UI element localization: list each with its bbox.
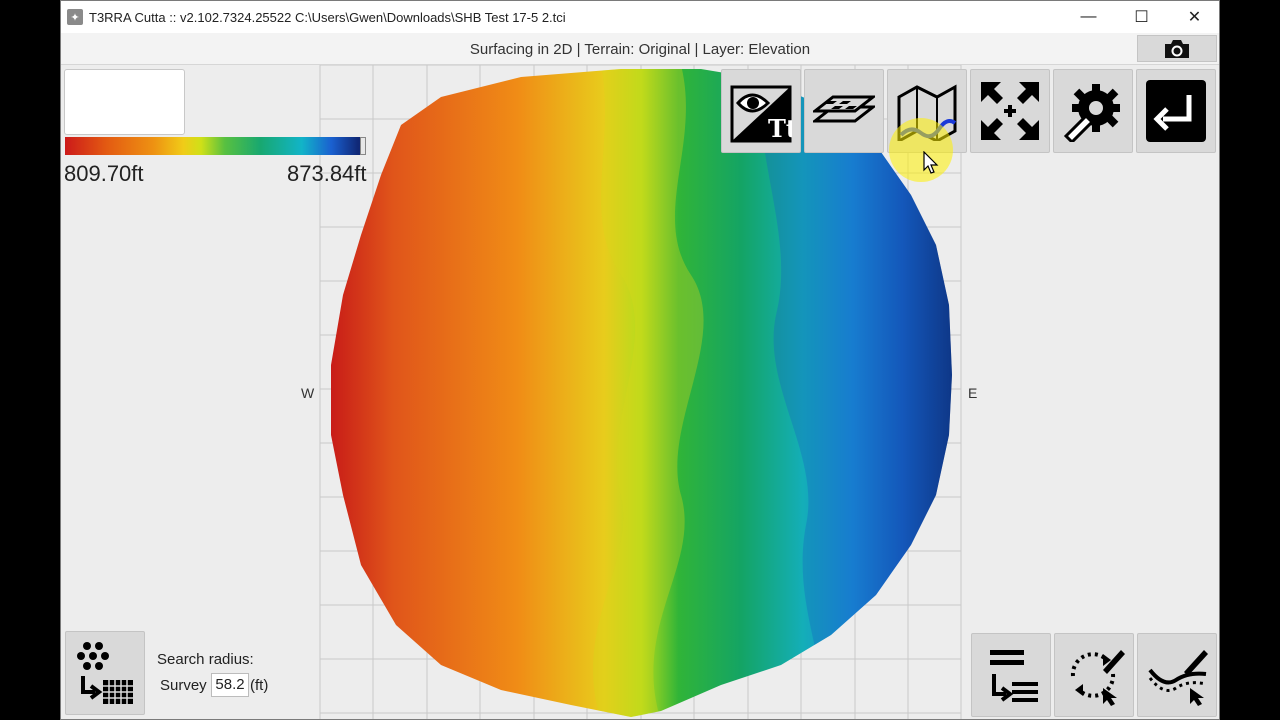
- survey-label: Survey: [160, 677, 207, 694]
- elevation-surface: [331, 69, 952, 717]
- radius-unit-label: (ft): [250, 677, 269, 694]
- refresh-edit-button[interactable]: [1054, 633, 1134, 717]
- legend-slider-handle[interactable]: [360, 137, 366, 155]
- settings-button[interactable]: [1053, 69, 1133, 153]
- app-window: ✦ T3RRA Cutta :: v2.102.7324.25522 C:\Us…: [60, 0, 1220, 720]
- cursor-highlight: [889, 118, 953, 182]
- line-pencil-icon: [1148, 650, 1208, 706]
- fit-extents-button[interactable]: [970, 69, 1050, 153]
- search-radius-label: Search radius:: [157, 651, 254, 668]
- view-labels-button[interactable]: Tt: [721, 69, 801, 153]
- title-bar: ✦ T3RRA Cutta :: v2.102.7324.25522 C:\Us…: [61, 1, 1219, 33]
- gear-wrench-icon: [1063, 84, 1120, 142]
- maximize-button[interactable]: ☐: [1115, 1, 1168, 33]
- legend-max-value: 873.84ft: [287, 161, 367, 186]
- return-arrow-icon: [1146, 80, 1206, 142]
- minimize-button[interactable]: —: [1062, 1, 1115, 33]
- status-bar: Surfacing in 2D | Terrain: Original | La…: [61, 33, 1219, 65]
- legend-color-bar: [65, 137, 361, 155]
- map-canvas[interactable]: 809.70ft 873.84ft W E Tt: [61, 65, 1219, 719]
- refresh-pencil-icon: [1070, 650, 1125, 706]
- camera-icon: [1165, 39, 1189, 58]
- exit-button[interactable]: [1136, 69, 1216, 153]
- list-options-button[interactable]: [971, 633, 1051, 717]
- close-button[interactable]: ✕: [1168, 1, 1219, 33]
- compass-west: W: [301, 385, 315, 401]
- points-to-grid-button[interactable]: [65, 631, 145, 715]
- search-radius-input[interactable]: 58.2: [211, 673, 249, 697]
- list-arrow-icon: [990, 650, 1038, 702]
- mouse-cursor-icon: [923, 151, 939, 174]
- status-text: Surfacing in 2D | Terrain: Original | La…: [469, 41, 811, 58]
- compass-east: E: [968, 385, 978, 401]
- points-to-grid-icon: [77, 642, 133, 704]
- line-edit-button[interactable]: [1137, 633, 1217, 717]
- expand-arrows-icon: [981, 82, 1039, 140]
- layers-button[interactable]: [804, 69, 884, 153]
- legend-min-value: 809.70ft: [64, 161, 144, 186]
- eye-text-icon: Tt: [730, 85, 792, 143]
- screenshot-button[interactable]: [1137, 35, 1217, 62]
- window-title: T3RRA Cutta :: v2.102.7324.25522 C:\User…: [89, 9, 566, 25]
- svg-text:Tt: Tt: [768, 114, 792, 143]
- legend-swatch: [64, 69, 185, 135]
- layers-icon: [813, 95, 875, 123]
- app-logo-icon: ✦: [67, 9, 83, 25]
